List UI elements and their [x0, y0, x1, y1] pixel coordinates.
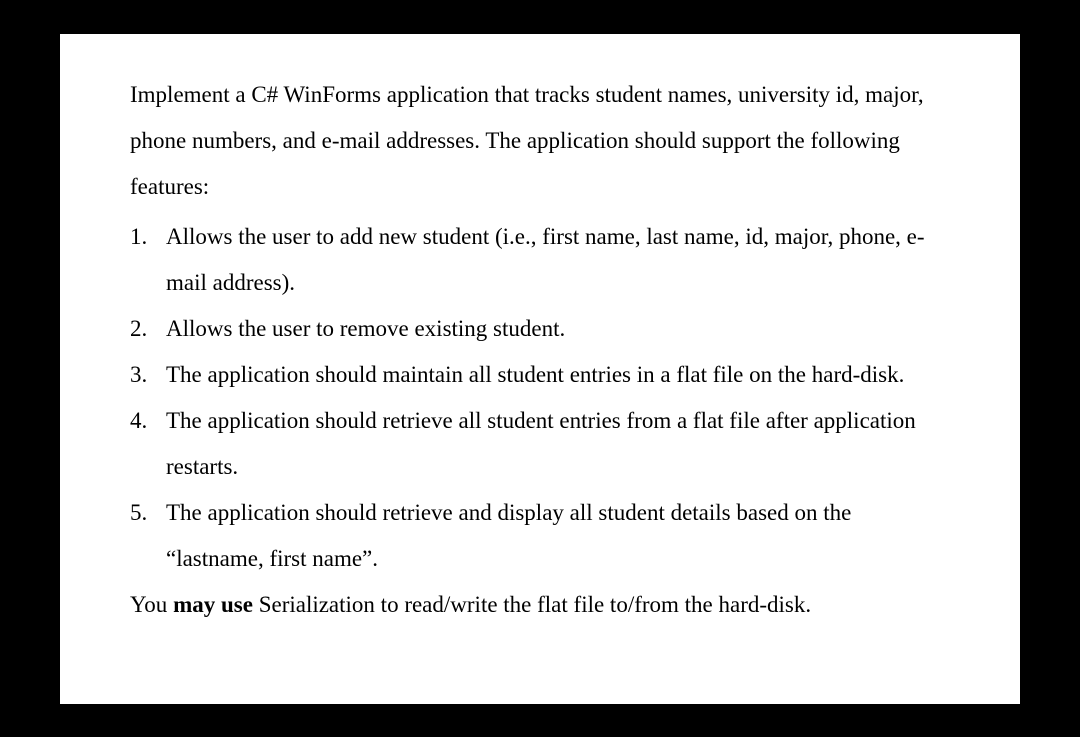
closing-prefix: You	[130, 592, 173, 617]
closing-bold: may use	[173, 592, 253, 617]
list-item: The application should maintain all stud…	[130, 352, 950, 398]
list-item: Allows the user to remove existing stude…	[130, 306, 950, 352]
intro-paragraph: Implement a C# WinForms application that…	[130, 72, 950, 210]
list-item: The application should retrieve all stud…	[130, 398, 950, 490]
document-card: Implement a C# WinForms application that…	[60, 34, 1020, 704]
closing-suffix: Serialization to read/write the flat fil…	[253, 592, 811, 617]
closing-paragraph: You may use Serialization to read/write …	[130, 582, 950, 628]
list-item: Allows the user to add new student (i.e.…	[130, 214, 950, 306]
list-item: The application should retrieve and disp…	[130, 490, 950, 582]
features-list: Allows the user to add new student (i.e.…	[130, 214, 950, 582]
